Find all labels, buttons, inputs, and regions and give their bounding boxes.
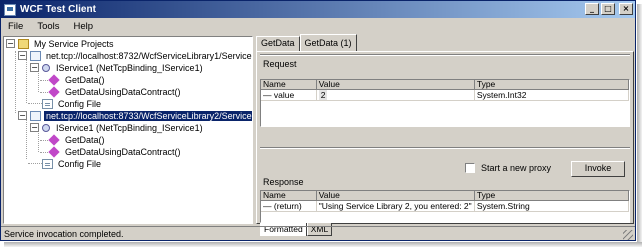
tab-getdata-1[interactable]: GetData (1) bbox=[299, 34, 357, 51]
window-controls: _ □ × bbox=[585, 3, 633, 15]
table-row[interactable]: — value 2 System.Int32 bbox=[261, 90, 629, 101]
window-title: WCF Test Client bbox=[20, 4, 96, 15]
tree-guide-line bbox=[26, 59, 27, 103]
operation-icon bbox=[48, 74, 60, 86]
resize-grip-icon[interactable] bbox=[623, 230, 633, 240]
expand-toggle-contract2[interactable]: − bbox=[30, 123, 39, 132]
tree-node-endpoint2[interactable]: net.tcp://localhost:8733/WcfServiceLibra… bbox=[30, 110, 252, 122]
operation-icon bbox=[48, 86, 60, 98]
request-grid[interactable]: Name Value Type — value 2 System.Int32 bbox=[260, 79, 630, 127]
window-shadow-right bbox=[637, 4, 642, 244]
main-window: WCF Test Client _ □ × File Tools Help − … bbox=[0, 0, 636, 241]
tree-node-config1[interactable]: Config File bbox=[42, 98, 103, 110]
tree-node-endpoint1[interactable]: net.tcp://localhost:8732/WcfServiceLibra… bbox=[30, 50, 252, 62]
menu-tools[interactable]: Tools bbox=[30, 21, 66, 32]
column-header-name[interactable]: Name bbox=[261, 80, 317, 90]
menu-help[interactable]: Help bbox=[67, 21, 101, 32]
column-header-name[interactable]: Name bbox=[261, 191, 317, 201]
request-grid-header: Name Value Type bbox=[261, 80, 629, 90]
new-proxy-label: Start a new proxy bbox=[481, 163, 552, 173]
response-grid-header: Name Value Type bbox=[261, 191, 629, 201]
divider bbox=[260, 147, 630, 149]
operation-panel: Request Name Value Type — value 2 System… bbox=[256, 51, 634, 236]
response-grid[interactable]: Name Value Type — (return) "Using Servic… bbox=[260, 190, 630, 223]
tree-guide-line bbox=[28, 103, 42, 104]
tree-guide-line bbox=[40, 140, 48, 141]
tree-node-config2[interactable]: Config File bbox=[42, 158, 103, 170]
param-type-cell: System.Int32 bbox=[474, 90, 629, 101]
expand-toggle-root[interactable]: − bbox=[6, 39, 15, 48]
tree-guide-line bbox=[40, 80, 48, 81]
tree-guide-line bbox=[40, 152, 48, 153]
column-header-type[interactable]: Type bbox=[474, 191, 629, 201]
config-file-icon bbox=[42, 159, 53, 169]
operation-tabs: GetData GetData (1) bbox=[256, 34, 357, 51]
status-text: Service invocation completed. bbox=[4, 229, 124, 239]
app-window-icon bbox=[4, 3, 16, 16]
tree-node-contract2[interactable]: IService1 (NetTcpBinding_IService1) bbox=[42, 122, 205, 134]
tree-guide-line bbox=[28, 163, 42, 164]
menu-file[interactable]: File bbox=[1, 21, 30, 32]
column-header-type[interactable]: Type bbox=[474, 80, 629, 90]
return-name-cell: — (return) bbox=[261, 201, 317, 212]
expand-toggle-contract1[interactable]: − bbox=[30, 63, 39, 72]
tree-node-operation[interactable]: GetData() bbox=[48, 134, 107, 146]
row-line-icon: — bbox=[263, 90, 274, 100]
table-row[interactable]: — (return) "Using Service Library 2, you… bbox=[261, 201, 629, 212]
invoke-button[interactable]: Invoke bbox=[571, 161, 625, 177]
tree-node-root[interactable]: My Service Projects bbox=[18, 38, 116, 50]
tree-guide-line bbox=[38, 71, 39, 92]
invoke-pane: GetData GetData (1) Request Name Value T… bbox=[256, 34, 634, 236]
operation-icon bbox=[48, 146, 60, 158]
tree-node-contract1[interactable]: IService1 (NetTcpBinding_IService1) bbox=[42, 62, 205, 74]
return-name: (return) bbox=[273, 201, 302, 211]
response-label: Response bbox=[263, 177, 304, 187]
param-value-cell[interactable]: 2 bbox=[316, 90, 475, 101]
column-header-value[interactable]: Value bbox=[316, 80, 475, 90]
endpoint-icon bbox=[30, 51, 41, 61]
tree-guide-line bbox=[38, 131, 39, 152]
divider bbox=[260, 54, 630, 56]
tree-node-operation[interactable]: GetDataUsingDataContract() bbox=[48, 146, 183, 158]
expand-toggle-endpoint2[interactable]: − bbox=[18, 111, 27, 120]
service-tree[interactable]: − My Service Projects − net.tcp://localh… bbox=[3, 36, 253, 224]
param-value-input[interactable]: 2 bbox=[318, 90, 328, 100]
new-proxy-checkbox[interactable] bbox=[465, 163, 475, 173]
tree-node-operation[interactable]: GetDataUsingDataContract() bbox=[48, 86, 183, 98]
param-name: value bbox=[273, 90, 295, 100]
return-value-cell: "Using Service Library 2, you entered: 2… bbox=[316, 201, 475, 212]
tree-node-operation[interactable]: GetData() bbox=[48, 74, 107, 86]
config-file-icon bbox=[42, 99, 53, 109]
close-button[interactable]: × bbox=[619, 3, 633, 15]
column-header-value[interactable]: Value bbox=[316, 191, 475, 201]
title-bar[interactable]: WCF Test Client _ □ × bbox=[1, 1, 635, 18]
status-bar: Service invocation completed. bbox=[1, 226, 635, 241]
request-label: Request bbox=[263, 59, 297, 69]
tab-getdata[interactable]: GetData bbox=[256, 36, 300, 51]
return-type-cell: System.String bbox=[474, 201, 629, 212]
expand-toggle-endpoint1[interactable]: − bbox=[18, 51, 27, 60]
row-line-icon: — bbox=[263, 201, 274, 211]
new-proxy-option[interactable]: Start a new proxy bbox=[465, 163, 551, 173]
tree-guide-line bbox=[40, 92, 48, 93]
contract-icon bbox=[42, 64, 50, 72]
window-shadow-bottom bbox=[4, 242, 642, 247]
param-name-cell: — value bbox=[261, 90, 317, 101]
tree-guide-line bbox=[15, 51, 16, 113]
contract-icon bbox=[42, 124, 50, 132]
menu-bar: File Tools Help bbox=[1, 18, 635, 35]
minimize-button[interactable]: _ bbox=[585, 3, 599, 15]
endpoint-icon bbox=[30, 111, 41, 121]
operation-icon bbox=[48, 134, 60, 146]
folder-icon bbox=[18, 39, 29, 49]
tree-guide-line bbox=[26, 119, 27, 159]
maximize-button[interactable]: □ bbox=[601, 3, 615, 15]
